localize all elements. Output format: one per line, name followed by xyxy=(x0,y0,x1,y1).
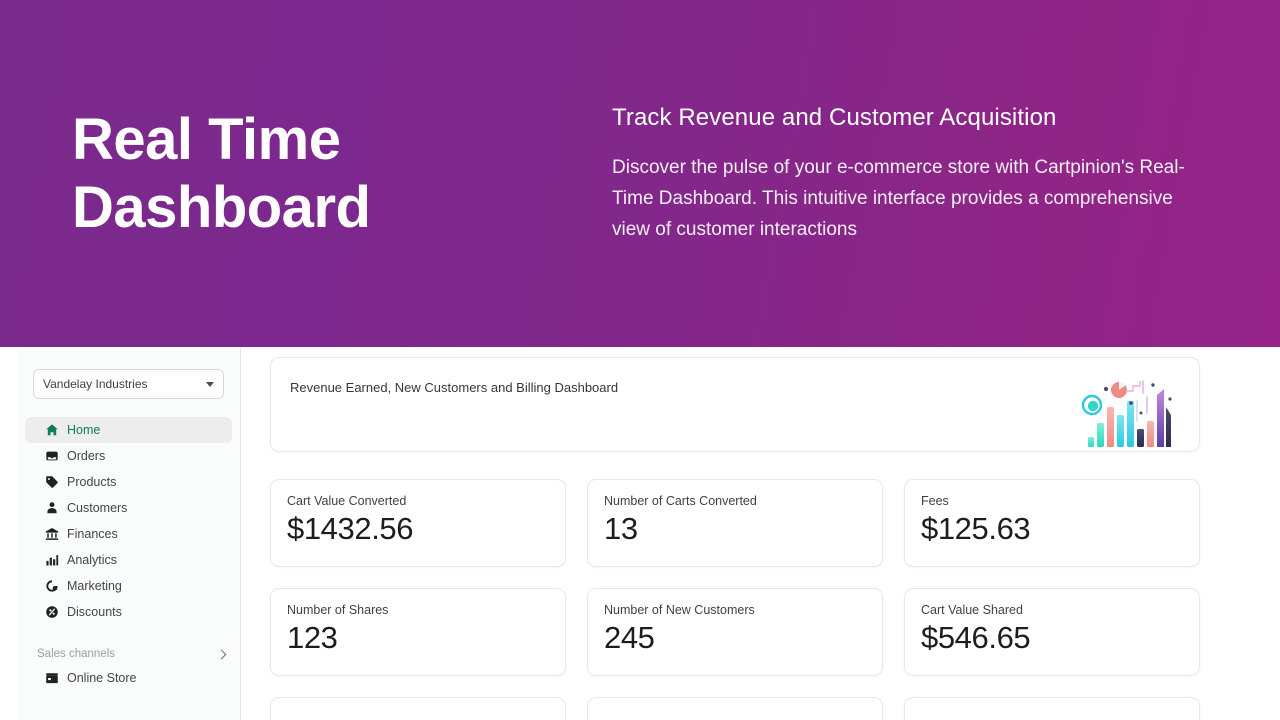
bar-chart-icon xyxy=(45,553,67,567)
hero-description-block: Track Revenue and Customer Acquisition D… xyxy=(612,103,1208,245)
sidebar-item-label: Orders xyxy=(67,449,106,463)
sidebar-item-label: Marketing xyxy=(67,579,122,593)
metric-label: Number of Carts Converted xyxy=(604,494,757,508)
main-content: Revenue Earned, New Customers and Billin… xyxy=(241,347,1280,720)
metric-card-cart-value-converted: Cart Value Converted $1432.56 xyxy=(270,479,566,567)
sidebar-item-customers[interactable]: Customers xyxy=(25,495,232,521)
metric-card-number-of-shares: Number of Shares 123 xyxy=(270,588,566,676)
dashboard-banner-card: Revenue Earned, New Customers and Billin… xyxy=(270,357,1200,452)
hero-title-block: Real Time Dashboard xyxy=(72,106,612,242)
metrics-row-1: Cart Value Converted $1432.56 Number of … xyxy=(270,479,1200,567)
hero-content: Real Time Dashboard Track Revenue and Cu… xyxy=(72,0,1208,347)
hero-body-text: Discover the pulse of your e-commerce st… xyxy=(612,156,1185,240)
home-icon xyxy=(45,423,67,437)
sidebar-item-discounts[interactable]: Discounts xyxy=(25,599,232,625)
sidebar-item-online-store[interactable]: Online Store xyxy=(25,665,232,691)
sidebar-section-label: Sales channels xyxy=(37,648,115,660)
sidebar-section-sales-channels[interactable]: Sales channels xyxy=(17,643,240,665)
discount-icon xyxy=(45,605,67,619)
sidebar-item-label: Products xyxy=(67,475,117,489)
metric-value: $546.65 xyxy=(921,620,1031,655)
metric-label: Cart Value Converted xyxy=(287,494,407,508)
sidebar-item-marketing[interactable]: Marketing xyxy=(25,573,232,599)
sidebar-item-analytics[interactable]: Analytics xyxy=(25,547,232,573)
bar-chart-illustration xyxy=(1081,377,1177,449)
sidebar-nav: Home Orders Products Customers Finances … xyxy=(17,411,240,625)
metric-label: Number of New Customers xyxy=(604,603,755,617)
metric-card-partial xyxy=(587,697,883,720)
hero-subtitle: Track Revenue and Customer Acquisition xyxy=(612,103,1057,131)
metric-value: $125.63 xyxy=(921,511,1031,546)
metric-card-number-of-new-customers: Number of New Customers 245 xyxy=(587,588,883,676)
chevron-down-icon xyxy=(206,381,214,387)
metric-card-fees: Fees $125.63 xyxy=(904,479,1200,567)
metric-value: $1432.56 xyxy=(287,511,414,546)
metric-card-partial xyxy=(904,697,1200,720)
hero-title-line-2: Dashboard xyxy=(72,174,371,240)
sidebar-item-label: Customers xyxy=(67,501,128,515)
metric-label: Number of Shares xyxy=(287,603,389,617)
metric-card-number-of-carts-converted: Number of Carts Converted 13 xyxy=(587,479,883,567)
sidebar-item-label: Finances xyxy=(67,527,118,541)
sidebar-item-label: Home xyxy=(67,423,101,437)
inbox-icon xyxy=(45,449,67,463)
sidebar-item-products[interactable]: Products xyxy=(25,469,232,495)
person-icon xyxy=(45,501,67,515)
sidebar: Vandelay Industries Home Orders Products… xyxy=(17,347,241,720)
dashboard-page: Real Time Dashboard Track Revenue and Cu… xyxy=(0,0,1280,720)
chevron-right-icon xyxy=(216,649,227,659)
sidebar-item-label: Analytics xyxy=(67,553,118,567)
sidebar-item-label: Online Store xyxy=(67,671,137,685)
bank-icon xyxy=(45,527,67,541)
metrics-row-2: Number of Shares 123 Number of New Custo… xyxy=(270,588,1200,676)
metric-card-partial xyxy=(270,697,566,720)
banner-title: Revenue Earned, New Customers and Billin… xyxy=(290,380,619,395)
store-selector[interactable]: Vandelay Industries xyxy=(33,369,224,399)
hero-banner: Real Time Dashboard Track Revenue and Cu… xyxy=(0,0,1280,347)
metric-card-cart-value-shared: Cart Value Shared $546.65 xyxy=(904,588,1200,676)
sidebar-item-finances[interactable]: Finances xyxy=(25,521,232,547)
metric-label: Fees xyxy=(921,494,949,508)
megaphone-icon xyxy=(45,579,67,593)
sidebar-item-home[interactable]: Home xyxy=(25,417,232,443)
store-selector-value: Vandelay Industries xyxy=(43,377,148,391)
sidebar-item-label: Discounts xyxy=(67,605,122,619)
metric-value: 13 xyxy=(604,511,638,546)
metrics-row-3-partial xyxy=(270,697,1200,720)
app-window: Vandelay Industries Home Orders Products… xyxy=(0,347,1280,720)
hero-title-line-1: Real Time xyxy=(72,106,341,172)
window-left-gutter xyxy=(0,347,17,720)
tag-icon xyxy=(45,475,67,489)
sidebar-item-orders[interactable]: Orders xyxy=(25,443,232,469)
metric-value: 123 xyxy=(287,620,338,655)
metric-label: Cart Value Shared xyxy=(921,603,1023,617)
store-icon xyxy=(45,671,67,685)
metric-value: 245 xyxy=(604,620,655,655)
